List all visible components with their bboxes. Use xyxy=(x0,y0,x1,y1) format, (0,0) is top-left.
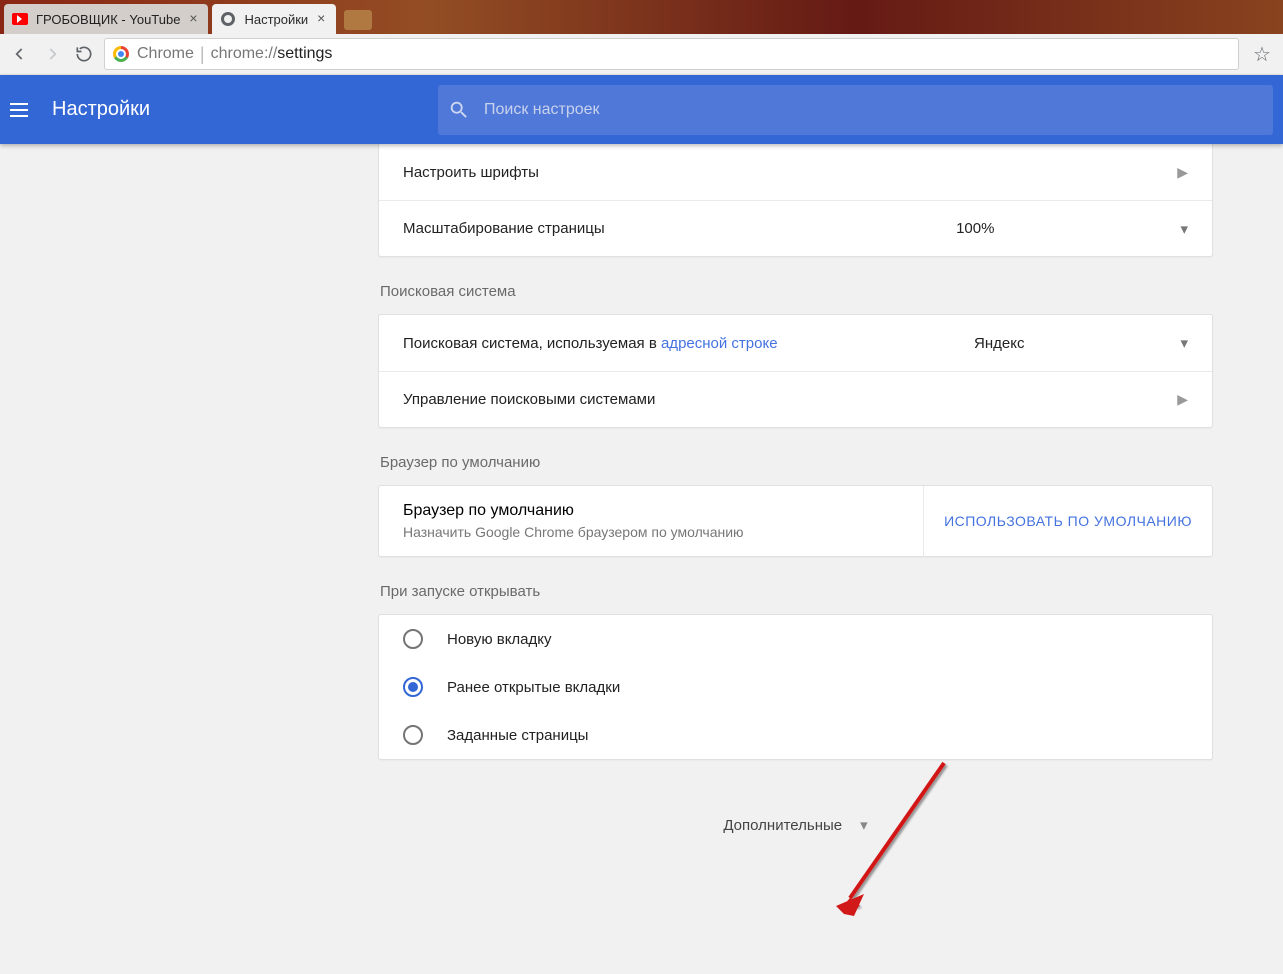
settings-content: Настроить шрифты ▶ Масштабирование стран… xyxy=(0,144,1283,974)
forward-button[interactable] xyxy=(40,42,64,66)
omnibox-url-prefix: chrome:// xyxy=(211,45,278,63)
dropdown-value: Яндекс xyxy=(974,335,1024,352)
section-title-default-browser: Браузер по умолчанию xyxy=(380,454,1213,471)
section-title-search-engine: Поисковая система xyxy=(380,283,1213,300)
browser-tab-youtube[interactable]: ГРОБОВЩИК - YouTube × xyxy=(4,4,208,34)
chevron-down-icon: ▾ xyxy=(1180,334,1188,352)
advanced-toggle[interactable]: Дополнительные ▾ xyxy=(378,786,1213,864)
page-zoom-row: Масштабирование страницы 100% ▾ xyxy=(379,200,1212,256)
chevron-right-icon: ▶ xyxy=(1177,164,1188,181)
new-tab-button[interactable] xyxy=(344,10,372,30)
youtube-icon xyxy=(12,11,28,27)
close-icon[interactable]: × xyxy=(186,11,200,25)
row-title: Браузер по умолчанию xyxy=(403,502,899,520)
settings-search[interactable] xyxy=(438,85,1273,135)
tab-title: ГРОБОВЩИК - YouTube xyxy=(36,12,180,27)
page-zoom-dropdown[interactable]: 100% ▾ xyxy=(956,220,1188,238)
row-subtitle: Назначить Google Chrome браузером по умо… xyxy=(403,524,899,540)
browser-toolbar: Chrome | chrome://settings ☆ xyxy=(0,34,1283,75)
dropdown-value: 100% xyxy=(956,220,994,237)
reload-button[interactable] xyxy=(72,42,96,66)
radio-label: Новую вкладку xyxy=(447,631,552,648)
on-startup-card: Новую вкладку Ранее открытые вкладки Зад… xyxy=(378,614,1213,760)
chevron-down-icon: ▾ xyxy=(1180,220,1188,238)
settings-header: Настройки xyxy=(0,75,1283,144)
radio-icon xyxy=(403,725,423,745)
row-label: Масштабирование страницы xyxy=(403,220,605,237)
section-title-on-startup: При запуске открывать xyxy=(380,583,1213,600)
customize-fonts-row[interactable]: Настроить шрифты ▶ xyxy=(379,144,1212,200)
omnibox-origin: Chrome xyxy=(137,45,194,63)
back-button[interactable] xyxy=(8,42,32,66)
search-input[interactable] xyxy=(484,101,1263,119)
menu-icon[interactable] xyxy=(10,98,34,122)
manage-search-engines-row[interactable]: Управление поисковыми системами ▶ xyxy=(379,371,1212,427)
row-label: Настроить шрифты xyxy=(403,164,539,181)
radio-label: Ранее открытые вкладки xyxy=(447,679,620,696)
address-bar[interactable]: Chrome | chrome://settings xyxy=(104,38,1239,70)
bookmark-star-icon[interactable]: ☆ xyxy=(1253,42,1275,67)
page-title: Настройки xyxy=(52,98,150,121)
default-browser-row: Браузер по умолчанию Назначить Google Ch… xyxy=(379,486,1212,556)
radio-label: Заданные страницы xyxy=(447,727,588,744)
startup-option-specific-pages[interactable]: Заданные страницы xyxy=(379,711,1212,759)
browser-tab-settings[interactable]: Настройки × xyxy=(212,4,336,34)
row-label: Поисковая система, используемая в xyxy=(403,335,661,352)
browser-tabstrip: ГРОБОВЩИК - YouTube × Настройки × xyxy=(0,0,1283,34)
radio-icon xyxy=(403,677,423,697)
gear-icon xyxy=(220,11,236,27)
chrome-icon xyxy=(113,46,129,62)
radio-icon xyxy=(403,629,423,649)
chevron-right-icon: ▶ xyxy=(1177,391,1188,408)
address-bar-link[interactable]: адресной строке xyxy=(661,335,778,352)
omnibox-url-path: settings xyxy=(277,45,332,63)
tab-title: Настройки xyxy=(244,12,308,27)
search-engine-dropdown[interactable]: Яндекс ▾ xyxy=(974,334,1188,352)
close-icon[interactable]: × xyxy=(314,11,328,25)
startup-option-newtab[interactable]: Новую вкладку xyxy=(379,615,1212,663)
search-icon xyxy=(448,99,470,121)
make-default-button[interactable]: ИСПОЛЬЗОВАТЬ ПО УМОЛЧАНИЮ xyxy=(924,513,1212,529)
row-label: Управление поисковыми системами xyxy=(403,391,655,408)
startup-option-continue[interactable]: Ранее открытые вкладки xyxy=(379,663,1212,711)
search-engine-row: Поисковая система, используемая в адресн… xyxy=(379,315,1212,371)
advanced-label: Дополнительные xyxy=(723,817,842,834)
chevron-down-icon: ▾ xyxy=(860,816,868,834)
